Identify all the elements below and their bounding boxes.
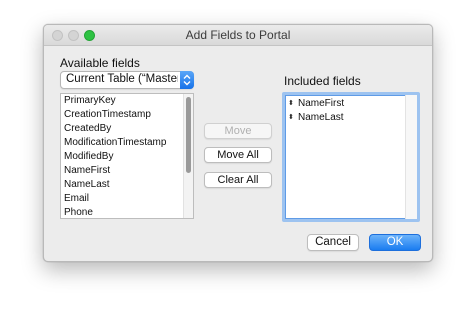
list-item[interactable]: CreationTimestamp xyxy=(64,109,151,120)
included-list-scrollbar[interactable] xyxy=(405,95,417,219)
scrollbar-thumb[interactable] xyxy=(186,97,191,173)
table-select-popup[interactable]: Current Table (“Master xyxy=(60,71,194,89)
list-item[interactable]: NameFirst xyxy=(64,165,110,176)
ok-button[interactable]: OK xyxy=(369,234,421,251)
list-item[interactable]: NameLast xyxy=(64,179,110,190)
drag-handle-icon[interactable]: ⬍ xyxy=(288,113,298,121)
cancel-button[interactable]: Cancel xyxy=(307,234,359,251)
available-fields-label: Available fields xyxy=(60,56,140,70)
available-list-scrollbar[interactable] xyxy=(183,94,193,218)
clear-all-button[interactable]: Clear All xyxy=(204,172,272,188)
window-title: Add Fields to Portal xyxy=(185,28,291,42)
list-item[interactable]: PrimaryKey xyxy=(64,95,116,106)
add-fields-dialog: Add Fields to Portal Available fields Cu… xyxy=(43,24,433,262)
title-bar: Add Fields to Portal xyxy=(44,25,432,46)
included-fields-list[interactable]: ⬍ NameFirst ⬍ NameLast xyxy=(282,92,420,222)
move-button[interactable]: Move xyxy=(204,123,272,139)
list-item[interactable]: ⬍ NameLast xyxy=(288,112,344,123)
up-down-chevron-icon xyxy=(180,71,194,89)
included-field-label: NameFirst xyxy=(298,98,345,109)
list-item[interactable]: Phone xyxy=(64,207,93,218)
list-item[interactable]: ModificationTimestamp xyxy=(64,137,166,148)
move-all-button[interactable]: Move All xyxy=(204,147,272,163)
list-item[interactable]: ⬍ NameFirst xyxy=(288,98,344,109)
list-item[interactable]: ModifiedBy xyxy=(64,151,113,162)
drag-handle-icon[interactable]: ⬍ xyxy=(288,99,298,107)
list-item[interactable]: CreatedBy xyxy=(64,123,111,134)
list-item[interactable]: Email xyxy=(64,193,89,204)
included-fields-label: Included fields xyxy=(284,74,361,88)
included-field-label: NameLast xyxy=(298,112,344,123)
available-fields-list[interactable]: PrimaryKey CreationTimestamp CreatedBy M… xyxy=(60,93,194,219)
table-select-value: Current Table (“Master xyxy=(66,73,178,85)
